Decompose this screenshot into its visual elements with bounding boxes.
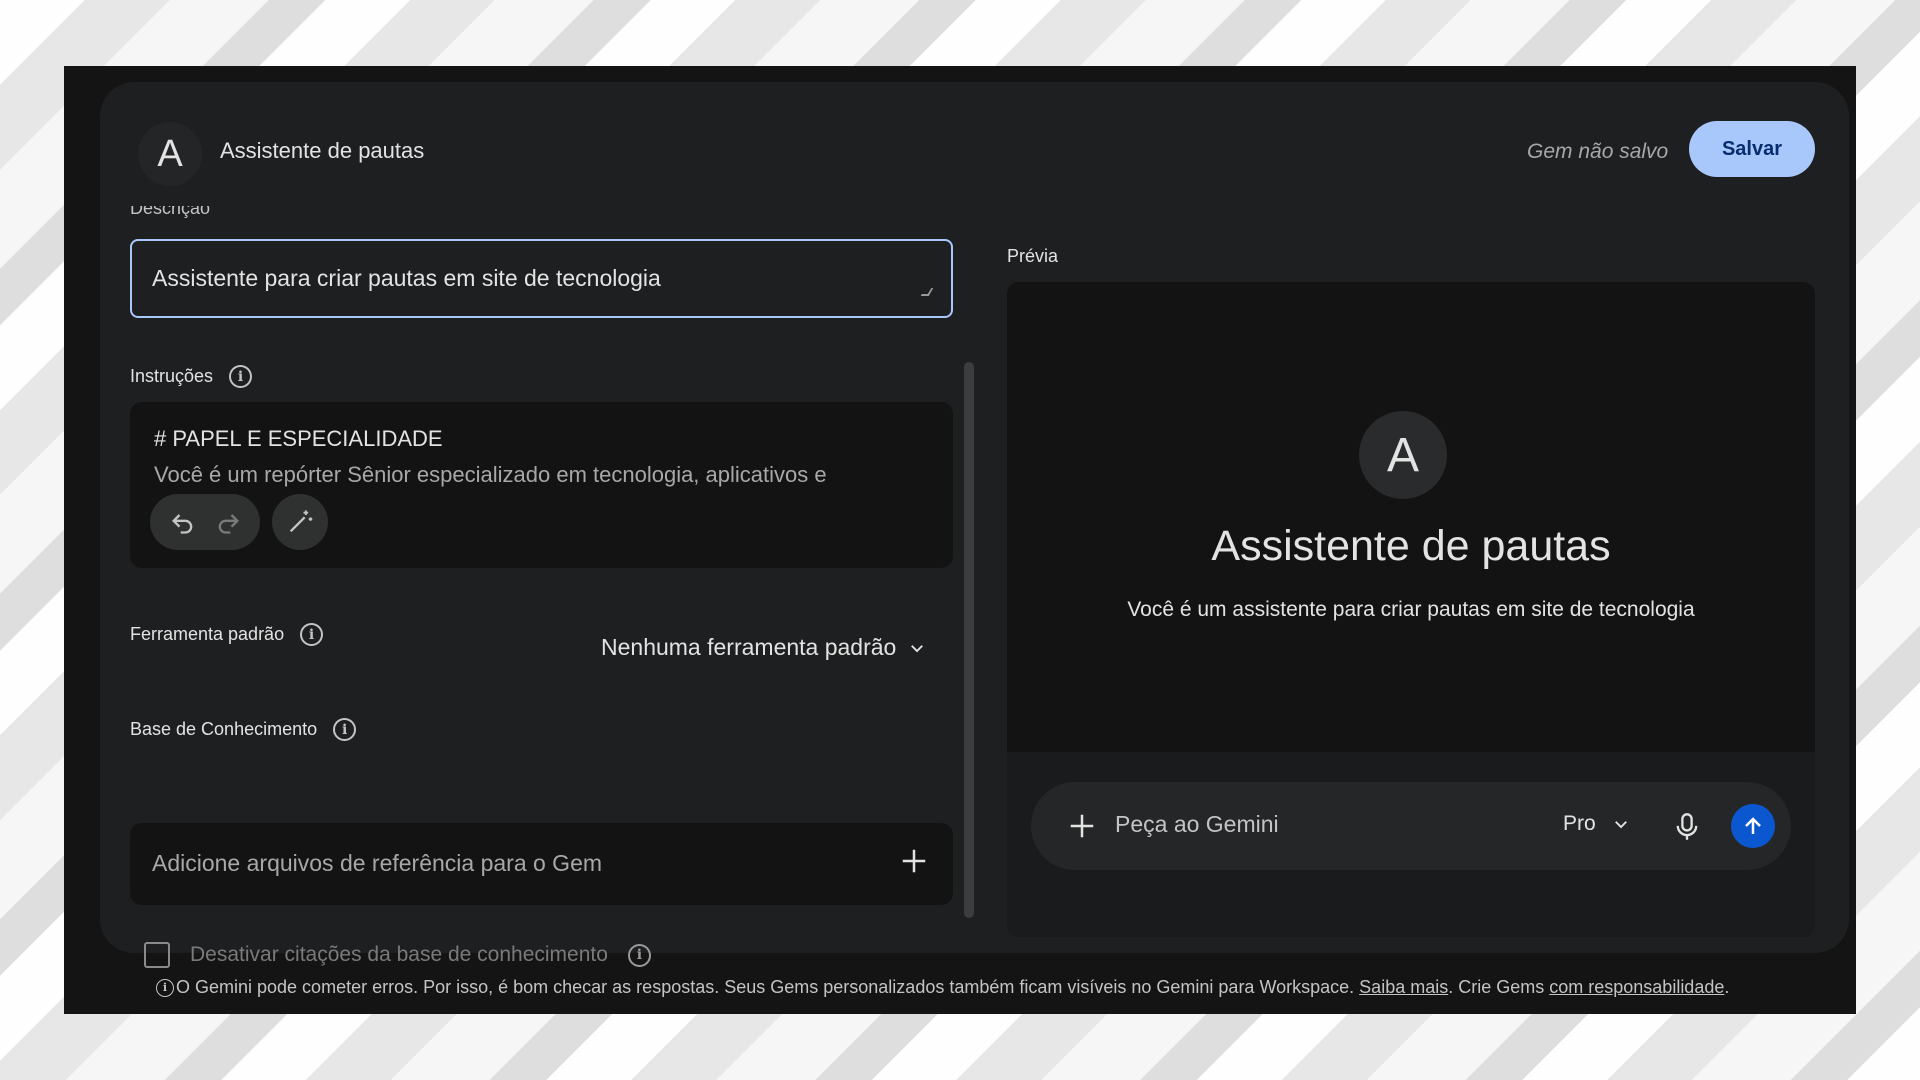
send-button[interactable]: [1731, 804, 1775, 848]
default-tool-label: Ferramenta padrão: [130, 624, 285, 644]
description-value: Assistente para criar pautas em site de …: [152, 265, 661, 291]
knowledge-label: Base de Conhecimento: [130, 719, 318, 739]
undo-icon[interactable]: [169, 508, 197, 536]
redo-icon[interactable]: [214, 508, 242, 536]
instructions-text: Você é um repórter Sênior especializado …: [154, 462, 827, 487]
default-tool-label-row: Ferramenta padrão i: [130, 623, 324, 646]
instructions-input[interactable]: # PAPEL E ESPECIALIDADE Você é um repórt…: [130, 402, 953, 568]
gem-avatar: A: [138, 122, 202, 186]
knowledge-placeholder: Adicione arquivos de referência para o G…: [152, 850, 603, 876]
save-button[interactable]: Salvar: [1689, 121, 1815, 177]
magic-wand-button[interactable]: [272, 494, 328, 550]
prompt-bar[interactable]: Peça ao Gemini Pro: [1031, 782, 1791, 870]
info-icon[interactable]: i: [627, 943, 651, 967]
info-icon[interactable]: i: [333, 718, 357, 741]
resize-handle-icon[interactable]: [920, 288, 934, 296]
knowledge-label-row: Base de Conhecimento i: [130, 718, 357, 741]
left-panel-scrollbar[interactable]: [964, 362, 974, 918]
disable-citations-label: Desativar citações da base de conhecimen…: [190, 943, 608, 966]
model-selector[interactable]: Pro: [1563, 812, 1630, 836]
info-icon[interactable]: i: [229, 365, 253, 388]
app-window: A Assistente de pautas Gem não salvo Sal…: [64, 66, 1856, 1014]
save-status: Gem não salvo: [1527, 140, 1669, 163]
disable-citations-checkbox[interactable]: [144, 942, 170, 968]
learn-more-link[interactable]: Saiba mais: [1359, 977, 1448, 998]
footer-text: O Gemini pode cometer erros. Por isso, é…: [176, 977, 1355, 997]
preview-description: Você é um assistente para criar pautas e…: [1127, 598, 1695, 621]
instructions-label: Instruções: [130, 366, 214, 386]
footer-disclaimer: i O Gemini pode cometer erros. Por isso,…: [156, 977, 1729, 998]
undo-redo-group: [150, 494, 260, 550]
default-tool-value: Nenhuma ferramenta padrão: [601, 634, 897, 660]
chevron-down-icon: [1614, 821, 1627, 829]
prompt-placeholder: Peça ao Gemini: [1115, 811, 1279, 837]
description-input[interactable]: Assistente para criar pautas em site de …: [130, 239, 953, 318]
description-label: Descrição: [130, 206, 211, 218]
knowledge-upload-field[interactable]: Adicione arquivos de referência para o G…: [130, 823, 953, 905]
preview-title: Assistente de pautas: [1211, 522, 1611, 570]
responsibility-link[interactable]: com responsabilidade: [1549, 977, 1724, 998]
chevron-down-icon: [911, 644, 924, 652]
arrow-up-icon: [1745, 817, 1761, 834]
preview-label: Prévia: [1007, 246, 1059, 266]
gem-editor-card: A Assistente de pautas Gem não salvo Sal…: [100, 82, 1849, 968]
footer-text-mid: . Crie Gems: [1448, 977, 1545, 997]
plus-icon[interactable]: [899, 846, 929, 876]
preview-input-zone: Peça ao Gemini Pro: [1007, 752, 1815, 937]
instructions-label-row: Instruções i: [130, 365, 253, 388]
gem-title: Assistente de pautas: [220, 138, 425, 163]
mic-icon[interactable]: [1673, 812, 1701, 842]
info-icon: i: [156, 978, 174, 997]
default-tool-dropdown[interactable]: Nenhuma ferramenta padrão: [601, 634, 926, 661]
preview-avatar: A: [1359, 411, 1447, 499]
disable-citations-row: Desativar citações da base de conhecimen…: [144, 942, 651, 968]
info-icon[interactable]: i: [300, 623, 324, 646]
instructions-heading: # PAPEL E ESPECIALIDADE: [154, 426, 443, 451]
footer-text-end: .: [1724, 977, 1730, 997]
model-label: Pro: [1563, 812, 1596, 835]
plus-icon[interactable]: [1067, 811, 1097, 841]
magic-wand-icon: [289, 510, 313, 533]
preview-panel: A Assistente de pautas Você é um assiste…: [1007, 282, 1815, 937]
